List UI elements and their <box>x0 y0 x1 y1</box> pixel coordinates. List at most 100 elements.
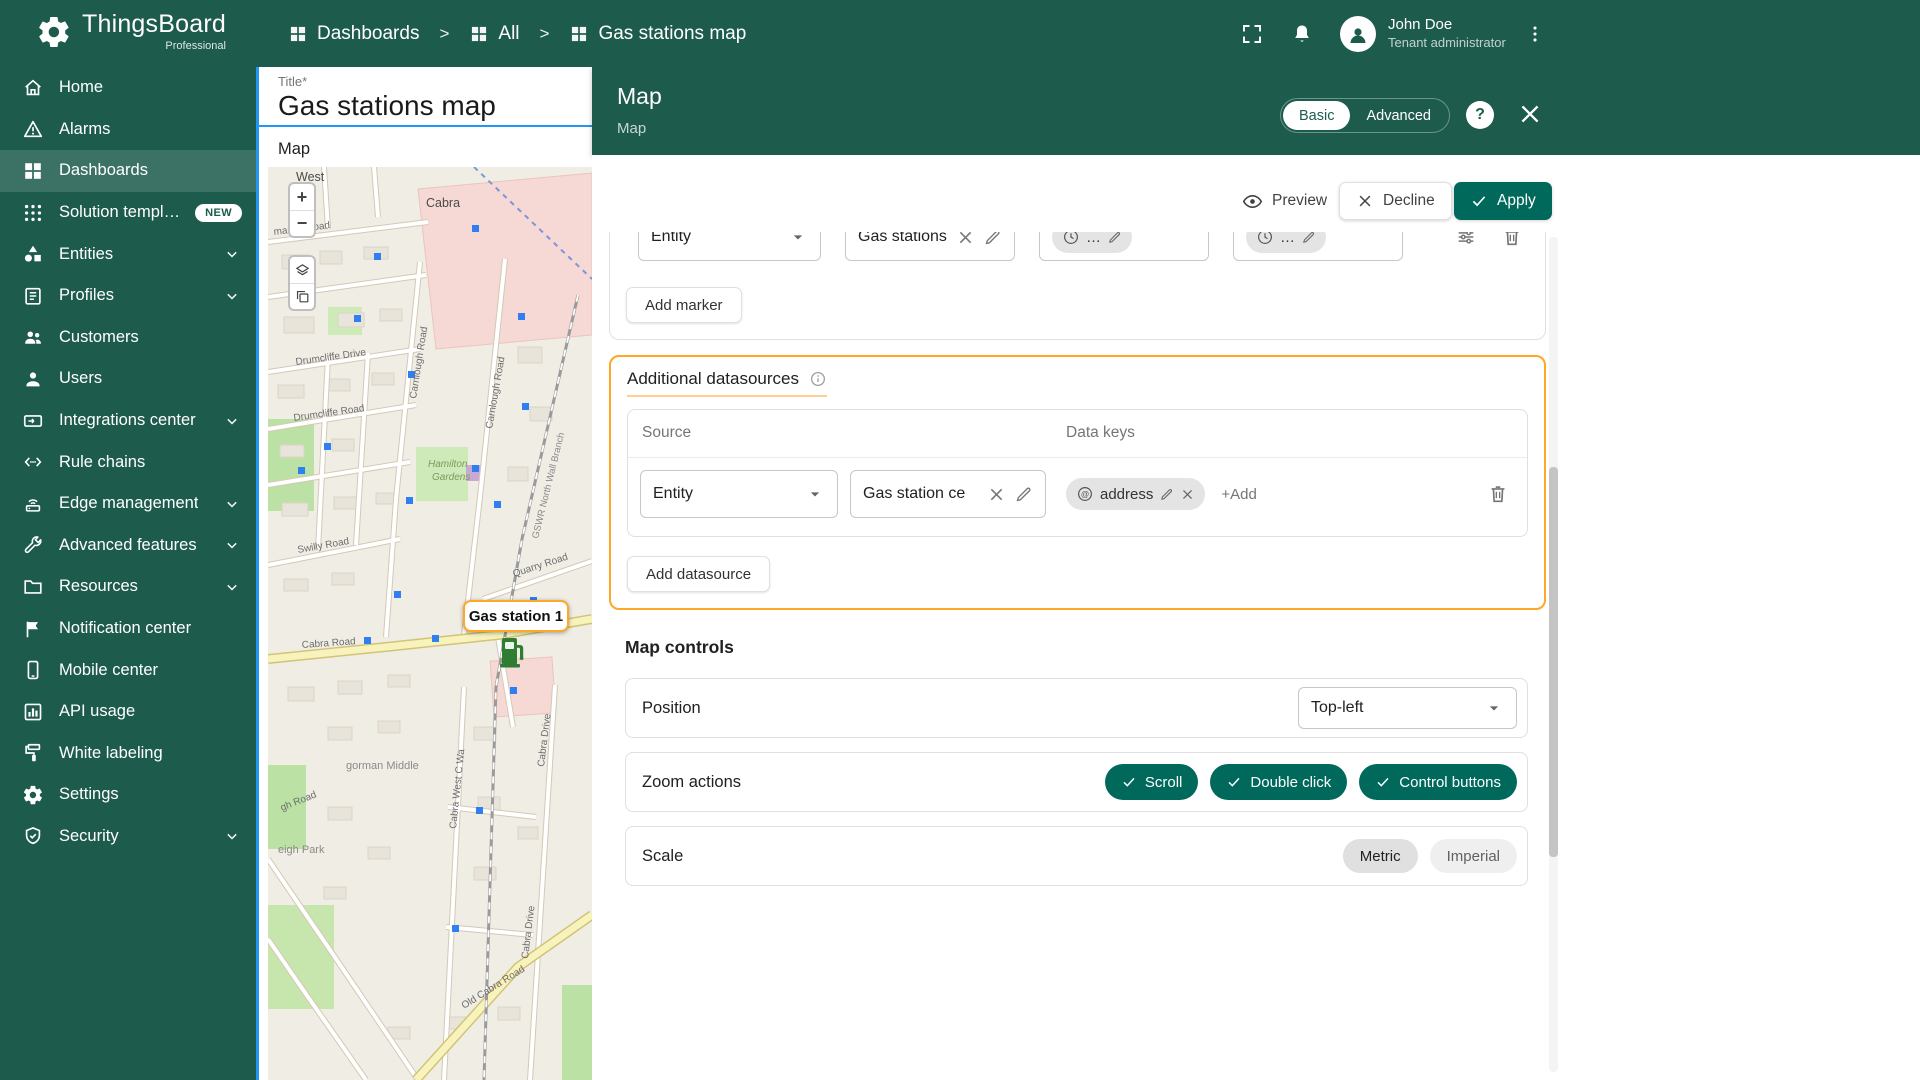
sidebar-item-dashboards[interactable]: Dashboards <box>0 150 256 192</box>
help-button[interactable]: ? <box>1466 101 1494 129</box>
sidebar-item-settings[interactable]: Settings <box>0 774 256 816</box>
map-widget[interactable]: WestCabramanus RoadDrumcliffe DriveDrumc… <box>268 167 592 1080</box>
additional-datasources-title: Additional datasources <box>627 369 799 389</box>
sidebar-item-users[interactable]: Users <box>0 358 256 400</box>
breadcrumb-item-dashboards[interactable]: Dashboards <box>288 23 419 45</box>
position-select[interactable]: Top-left <box>1298 687 1517 729</box>
widget-title-field-label: Title* <box>278 74 592 89</box>
toggle-basic[interactable]: Basic <box>1283 101 1350 130</box>
brand[interactable]: ThingsBoard Professional <box>36 12 226 52</box>
sidebar-item-advanced-features[interactable]: Advanced features <box>0 525 256 567</box>
clear-entity-icon[interactable] <box>987 485 1006 504</box>
avatar[interactable] <box>1340 16 1376 52</box>
edit-key-icon[interactable] <box>1301 232 1316 245</box>
breadcrumb-label: All <box>498 23 519 45</box>
datasource-entity-value: Gas station ce <box>863 485 979 503</box>
delete-marker-icon[interactable] <box>1501 232 1523 248</box>
datasource-entity-field[interactable]: Gas station ce <box>850 470 1046 518</box>
marker-key-field-1[interactable]: … <box>1039 232 1209 261</box>
zoom-action-chip-scroll[interactable]: Scroll <box>1105 764 1199 800</box>
marker-source-type-select[interactable]: Entity <box>638 232 821 261</box>
close-settings-icon[interactable] <box>1516 100 1544 128</box>
sidebar-item-home[interactable]: Home <box>0 67 256 109</box>
layers-button[interactable] <box>290 257 314 283</box>
sidebar-item-api-usage[interactable]: API usage <box>0 691 256 733</box>
apply-check-icon <box>1470 192 1488 210</box>
zoom-in-button[interactable]: + <box>290 184 314 210</box>
edit-entity-icon[interactable] <box>1014 485 1033 504</box>
widget-title-field-value: Gas stations map <box>278 90 592 122</box>
eye-icon <box>1242 191 1263 212</box>
dashboards-icon <box>469 24 489 44</box>
decline-button[interactable]: Decline <box>1339 182 1452 220</box>
sidebar-item-integrations-center[interactable]: Integrations center <box>0 400 256 442</box>
sidebar-item-label: Customers <box>59 328 139 347</box>
scale-chip-metric[interactable]: Metric <box>1343 839 1418 873</box>
gas-pump-marker-icon[interactable] <box>499 634 527 668</box>
edit-key-icon[interactable] <box>1159 487 1174 502</box>
datasource-type-select[interactable]: Entity <box>640 470 838 518</box>
marker-entity-field[interactable]: Gas stations <box>845 232 1015 261</box>
fullscreen-icon[interactable] <box>1240 22 1264 46</box>
remove-key-icon[interactable] <box>1180 487 1195 502</box>
sidebar-item-entities[interactable]: Entities <box>0 233 256 275</box>
notifications-bell-icon[interactable] <box>1290 22 1314 46</box>
sidebar-item-white-labeling[interactable]: White labeling <box>0 733 256 775</box>
sidebar-item-solution-templates[interactable]: Solution templatesNEW <box>0 192 256 234</box>
settings-icon <box>22 784 44 806</box>
add-datakey-button[interactable]: +Add <box>1221 486 1256 503</box>
user-info[interactable]: John Doe Tenant administrator <box>1388 15 1506 51</box>
toggle-advanced[interactable]: Advanced <box>1350 101 1447 130</box>
sidebar-item-alarms[interactable]: Alarms <box>0 109 256 151</box>
sidebar-item-profiles[interactable]: Profiles <box>0 275 256 317</box>
marker-key-chip-1[interactable]: … <box>1052 232 1132 253</box>
zoom-action-chip-double-click[interactable]: Double click <box>1210 764 1347 800</box>
apply-button[interactable]: Apply <box>1454 182 1552 220</box>
zoom-actions-chips: Scroll Double click Control buttons <box>1105 764 1517 800</box>
scale-row: Scale MetricImperial <box>625 826 1528 886</box>
info-icon[interactable] <box>809 370 827 388</box>
add-marker-button[interactable]: Add marker <box>626 287 742 323</box>
breadcrumb-item-all[interactable]: All <box>469 23 519 45</box>
add-datasource-button[interactable]: Add datasource <box>627 556 770 592</box>
zoom-actions-row: Zoom actions ScrollDouble clickControl b… <box>625 752 1528 812</box>
marker-key-chip-2[interactable]: … <box>1246 232 1326 253</box>
delete-datasource-icon[interactable] <box>1487 483 1509 505</box>
attribute-icon: @ <box>1076 485 1094 503</box>
svg-text:Gardens: Gardens <box>432 472 470 483</box>
marker-settings-icon[interactable] <box>1455 232 1477 248</box>
sidebar-item-mobile-center[interactable]: Mobile center <box>0 649 256 691</box>
sidebar-item-label: Solution templates <box>59 203 180 222</box>
zoom-action-chip-control-buttons[interactable]: Control buttons <box>1359 764 1517 800</box>
sidebar-item-customers[interactable]: Customers <box>0 317 256 359</box>
map-zoom-control: + − <box>288 182 316 238</box>
chevron-down-icon <box>222 244 242 264</box>
zoom-out-button[interactable]: − <box>290 210 314 236</box>
kebab-menu-icon[interactable] <box>1524 23 1546 45</box>
sidebar-item-notification-center[interactable]: Notification center <box>0 608 256 650</box>
map-marker-tooltip[interactable]: Gas station 1 <box>463 600 569 632</box>
edit-entity-icon[interactable] <box>983 232 1002 247</box>
sidebar-item-label: Profiles <box>59 286 114 305</box>
sidebar-menu: HomeAlarmsDashboardsSolution templatesNE… <box>0 67 256 857</box>
scale-chip-imperial[interactable]: Imperial <box>1430 839 1517 873</box>
sidebar-item-resources[interactable]: Resources <box>0 566 256 608</box>
marker-key-field-2[interactable]: … <box>1233 232 1403 261</box>
breadcrumb-item-gas-stations-map[interactable]: Gas stations map <box>569 23 746 45</box>
widget-header-title: Map <box>259 129 592 167</box>
clear-entity-icon[interactable] <box>956 232 975 247</box>
copy-view-button[interactable] <box>290 283 314 309</box>
widget-title-field[interactable]: Title* Gas stations map <box>259 67 592 127</box>
edit-key-icon[interactable] <box>1107 232 1122 245</box>
address-key-chip[interactable]: @ address <box>1066 478 1205 510</box>
scrollbar-thumb[interactable] <box>1549 467 1558 857</box>
dashboards-icon <box>22 160 44 182</box>
settings-content: Entity Gas stations … <box>592 232 1920 1080</box>
sidebar-item-rule-chains[interactable]: Rule chains <box>0 441 256 483</box>
sidebar-item-security[interactable]: Security <box>0 816 256 858</box>
marker-key-1-label: … <box>1086 232 1101 246</box>
breadcrumb-label: Dashboards <box>317 23 419 45</box>
preview-button[interactable]: Preview <box>1242 183 1327 219</box>
sidebar-item-label: White labeling <box>59 744 163 763</box>
sidebar-item-edge-management[interactable]: Edge management <box>0 483 256 525</box>
